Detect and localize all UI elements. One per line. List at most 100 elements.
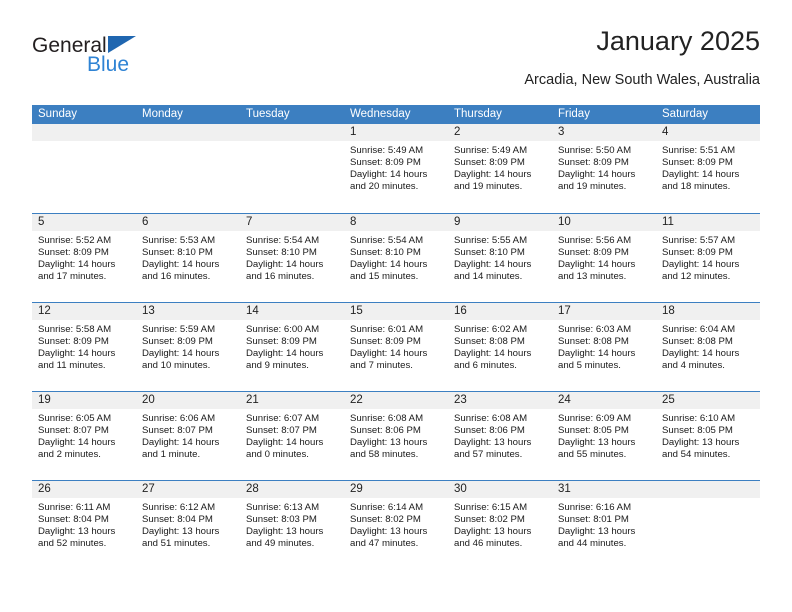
calendar-day-cell[interactable]: 25 Sunrise: 6:10 AM Sunset: 8:05 PM Dayligh… <box>656 392 760 480</box>
calendar-day-cell[interactable]: 16 Sunrise: 6:02 AM Sunset: 8:08 PM Dayligh… <box>448 303 552 391</box>
calendar-day-cell[interactable]: 29 Sunrise: 6:14 AM Sunset: 8:02 PM Dayligh… <box>344 481 448 569</box>
sunset-time: Sunset: 8:08 PM <box>662 336 733 348</box>
day-sun-info: Sunrise: 6:13 AM Sunset: 8:03 PM Daylight:… <box>240 498 344 550</box>
day-number: 18 <box>656 303 760 320</box>
daylight-duration-line1: Daylight: 14 hours <box>142 348 220 360</box>
day-number <box>136 124 240 141</box>
calendar-grid: Sunday Monday Tuesday Wednesday Thursday… <box>32 105 760 569</box>
day-number: 30 <box>448 481 552 498</box>
calendar-day-cell[interactable]: 10 Sunrise: 5:56 AM Sunset: 8:09 PM Dayligh… <box>552 214 656 302</box>
calendar-day-cell[interactable]: 9 Sunrise: 5:55 AM Sunset: 8:10 PM Daylight… <box>448 214 552 302</box>
calendar-day-cell[interactable]: 2 Sunrise: 5:49 AM Sunset: 8:09 PM Daylight… <box>448 124 552 213</box>
calendar-day-cell[interactable]: 22 Sunrise: 6:08 AM Sunset: 8:06 PM Dayligh… <box>344 392 448 480</box>
calendar-day-cell[interactable]: 4 Sunrise: 5:51 AM Sunset: 8:09 PM Daylight… <box>656 124 760 213</box>
sunrise-time: Sunrise: 6:00 AM <box>246 324 320 335</box>
calendar-day-cell[interactable]: 17 Sunrise: 6:03 AM Sunset: 8:08 PM Dayligh… <box>552 303 656 391</box>
day-number: 9 <box>448 214 552 231</box>
sunrise-time: Sunrise: 5:58 AM <box>38 324 112 335</box>
sunrise-time: Sunrise: 5:49 AM <box>454 145 528 156</box>
sunrise-time: Sunrise: 6:12 AM <box>142 502 216 513</box>
day-sun-info: Sunrise: 6:05 AM Sunset: 8:07 PM Daylight:… <box>32 409 136 461</box>
day-number: 28 <box>240 481 344 498</box>
sunset-time: Sunset: 8:06 PM <box>350 425 421 437</box>
day-number: 24 <box>552 392 656 409</box>
sunrise-time: Sunrise: 6:11 AM <box>38 502 111 513</box>
sunset-time: Sunset: 8:09 PM <box>558 157 629 169</box>
calendar-day-cell[interactable]: 28 Sunrise: 6:13 AM Sunset: 8:03 PM Dayligh… <box>240 481 344 569</box>
calendar-day-cell[interactable]: 7 Sunrise: 5:54 AM Sunset: 8:10 PM Daylight… <box>240 214 344 302</box>
sunrise-time: Sunrise: 6:10 AM <box>662 413 736 424</box>
day-sun-info: Sunrise: 5:52 AM Sunset: 8:09 PM Daylight:… <box>32 231 136 283</box>
day-sun-info: Sunrise: 5:54 AM Sunset: 8:10 PM Daylight:… <box>240 231 344 283</box>
day-number: 16 <box>448 303 552 320</box>
calendar-day-cell[interactable]: 20 Sunrise: 6:06 AM Sunset: 8:07 PM Dayligh… <box>136 392 240 480</box>
sunset-time: Sunset: 8:09 PM <box>246 336 317 348</box>
daylight-duration-line2: and 54 minutes. <box>662 449 731 461</box>
daylight-duration-line1: Daylight: 14 hours <box>662 348 740 360</box>
day-sun-info: Sunrise: 6:16 AM Sunset: 8:01 PM Daylight:… <box>552 498 656 550</box>
sunset-time: Sunset: 8:04 PM <box>142 514 213 526</box>
calendar-day-cell[interactable]: 14 Sunrise: 6:00 AM Sunset: 8:09 PM Dayligh… <box>240 303 344 391</box>
daylight-duration-line2: and 6 minutes. <box>454 360 517 372</box>
calendar-day-cell[interactable]: 31 Sunrise: 6:16 AM Sunset: 8:01 PM Dayligh… <box>552 481 656 569</box>
calendar-day-cell[interactable]: 21 Sunrise: 6:07 AM Sunset: 8:07 PM Dayligh… <box>240 392 344 480</box>
daylight-duration-line1: Daylight: 14 hours <box>350 259 428 271</box>
calendar-day-cell[interactable]: 5 Sunrise: 5:52 AM Sunset: 8:09 PM Daylight… <box>32 214 136 302</box>
day-sun-info: Sunrise: 5:55 AM Sunset: 8:10 PM Daylight:… <box>448 231 552 283</box>
calendar-day-cell[interactable]: 24 Sunrise: 6:09 AM Sunset: 8:05 PM Dayligh… <box>552 392 656 480</box>
calendar-day-cell[interactable]: 19 Sunrise: 6:05 AM Sunset: 8:07 PM Dayligh… <box>32 392 136 480</box>
daylight-duration-line1: Daylight: 13 hours <box>38 526 116 538</box>
weekday-header-row: Sunday Monday Tuesday Wednesday Thursday… <box>32 105 760 124</box>
general-blue-logo: General Blue <box>32 34 212 90</box>
sunset-time: Sunset: 8:02 PM <box>350 514 421 526</box>
weekday-header-tuesday: Tuesday <box>246 108 290 120</box>
day-number: 19 <box>32 392 136 409</box>
weekday-header-monday: Monday <box>142 108 183 120</box>
day-number <box>32 124 136 141</box>
day-sun-info: Sunrise: 6:10 AM Sunset: 8:05 PM Daylight:… <box>656 409 760 461</box>
day-number: 31 <box>552 481 656 498</box>
calendar-day-cell[interactable]: 12 Sunrise: 5:58 AM Sunset: 8:09 PM Dayligh… <box>32 303 136 391</box>
weekday-header-friday: Friday <box>558 108 590 120</box>
daylight-duration-line2: and 20 minutes. <box>350 181 419 193</box>
sunrise-time: Sunrise: 5:52 AM <box>38 235 112 246</box>
calendar-day-cell[interactable]: 6 Sunrise: 5:53 AM Sunset: 8:10 PM Daylight… <box>136 214 240 302</box>
daylight-duration-line2: and 14 minutes. <box>454 271 523 283</box>
day-number: 17 <box>552 303 656 320</box>
daylight-duration-line2: and 2 minutes. <box>38 449 101 461</box>
calendar-day-cell[interactable]: 15 Sunrise: 6:01 AM Sunset: 8:09 PM Dayligh… <box>344 303 448 391</box>
calendar-day-cell[interactable]: 18 Sunrise: 6:04 AM Sunset: 8:08 PM Dayligh… <box>656 303 760 391</box>
sunset-time: Sunset: 8:10 PM <box>142 247 213 259</box>
calendar-day-cell[interactable]: 13 Sunrise: 5:59 AM Sunset: 8:09 PM Dayligh… <box>136 303 240 391</box>
day-number: 6 <box>136 214 240 231</box>
daylight-duration-line2: and 17 minutes. <box>38 271 107 283</box>
calendar-day-cell[interactable]: 27 Sunrise: 6:12 AM Sunset: 8:04 PM Dayligh… <box>136 481 240 569</box>
calendar-day-cell[interactable]: 8 Sunrise: 5:54 AM Sunset: 8:10 PM Daylight… <box>344 214 448 302</box>
sunrise-time: Sunrise: 6:13 AM <box>246 502 320 513</box>
calendar-day-cell[interactable]: 26 Sunrise: 6:11 AM Sunset: 8:04 PM Dayligh… <box>32 481 136 569</box>
daylight-duration-line2: and 19 minutes. <box>454 181 523 193</box>
calendar-day-cell[interactable]: 1 Sunrise: 5:49 AM Sunset: 8:09 PM Daylight… <box>344 124 448 213</box>
day-number: 25 <box>656 392 760 409</box>
sunset-time: Sunset: 8:05 PM <box>662 425 733 437</box>
page-subtitle-location: Arcadia, New South Wales, Australia <box>524 72 760 88</box>
weekday-header-sunday: Sunday <box>38 108 78 120</box>
daylight-duration-line2: and 44 minutes. <box>558 538 627 550</box>
calendar-day-cell[interactable]: 3 Sunrise: 5:50 AM Sunset: 8:09 PM Daylight… <box>552 124 656 213</box>
daylight-duration-line1: Daylight: 14 hours <box>454 169 532 181</box>
sunset-time: Sunset: 8:08 PM <box>558 336 629 348</box>
calendar-day-cell[interactable]: 30 Sunrise: 6:15 AM Sunset: 8:02 PM Dayligh… <box>448 481 552 569</box>
page-title: January 2025 <box>596 26 760 56</box>
calendar-day-cell-empty <box>32 124 136 213</box>
sunrise-time: Sunrise: 6:16 AM <box>558 502 632 513</box>
day-number: 10 <box>552 214 656 231</box>
daylight-duration-line1: Daylight: 14 hours <box>558 169 636 181</box>
daylight-duration-line1: Daylight: 13 hours <box>246 526 324 538</box>
page-header: General Blue January 2025 Arcadia, New S… <box>32 26 760 98</box>
day-sun-info: Sunrise: 6:11 AM Sunset: 8:04 PM Daylight:… <box>32 498 136 550</box>
day-sun-info: Sunrise: 6:15 AM Sunset: 8:02 PM Daylight:… <box>448 498 552 550</box>
day-sun-info: Sunrise: 6:03 AM Sunset: 8:08 PM Daylight:… <box>552 320 656 372</box>
sunset-time: Sunset: 8:08 PM <box>454 336 525 348</box>
calendar-day-cell[interactable]: 11 Sunrise: 5:57 AM Sunset: 8:09 PM Dayligh… <box>656 214 760 302</box>
calendar-day-cell[interactable]: 23 Sunrise: 6:08 AM Sunset: 8:06 PM Dayligh… <box>448 392 552 480</box>
